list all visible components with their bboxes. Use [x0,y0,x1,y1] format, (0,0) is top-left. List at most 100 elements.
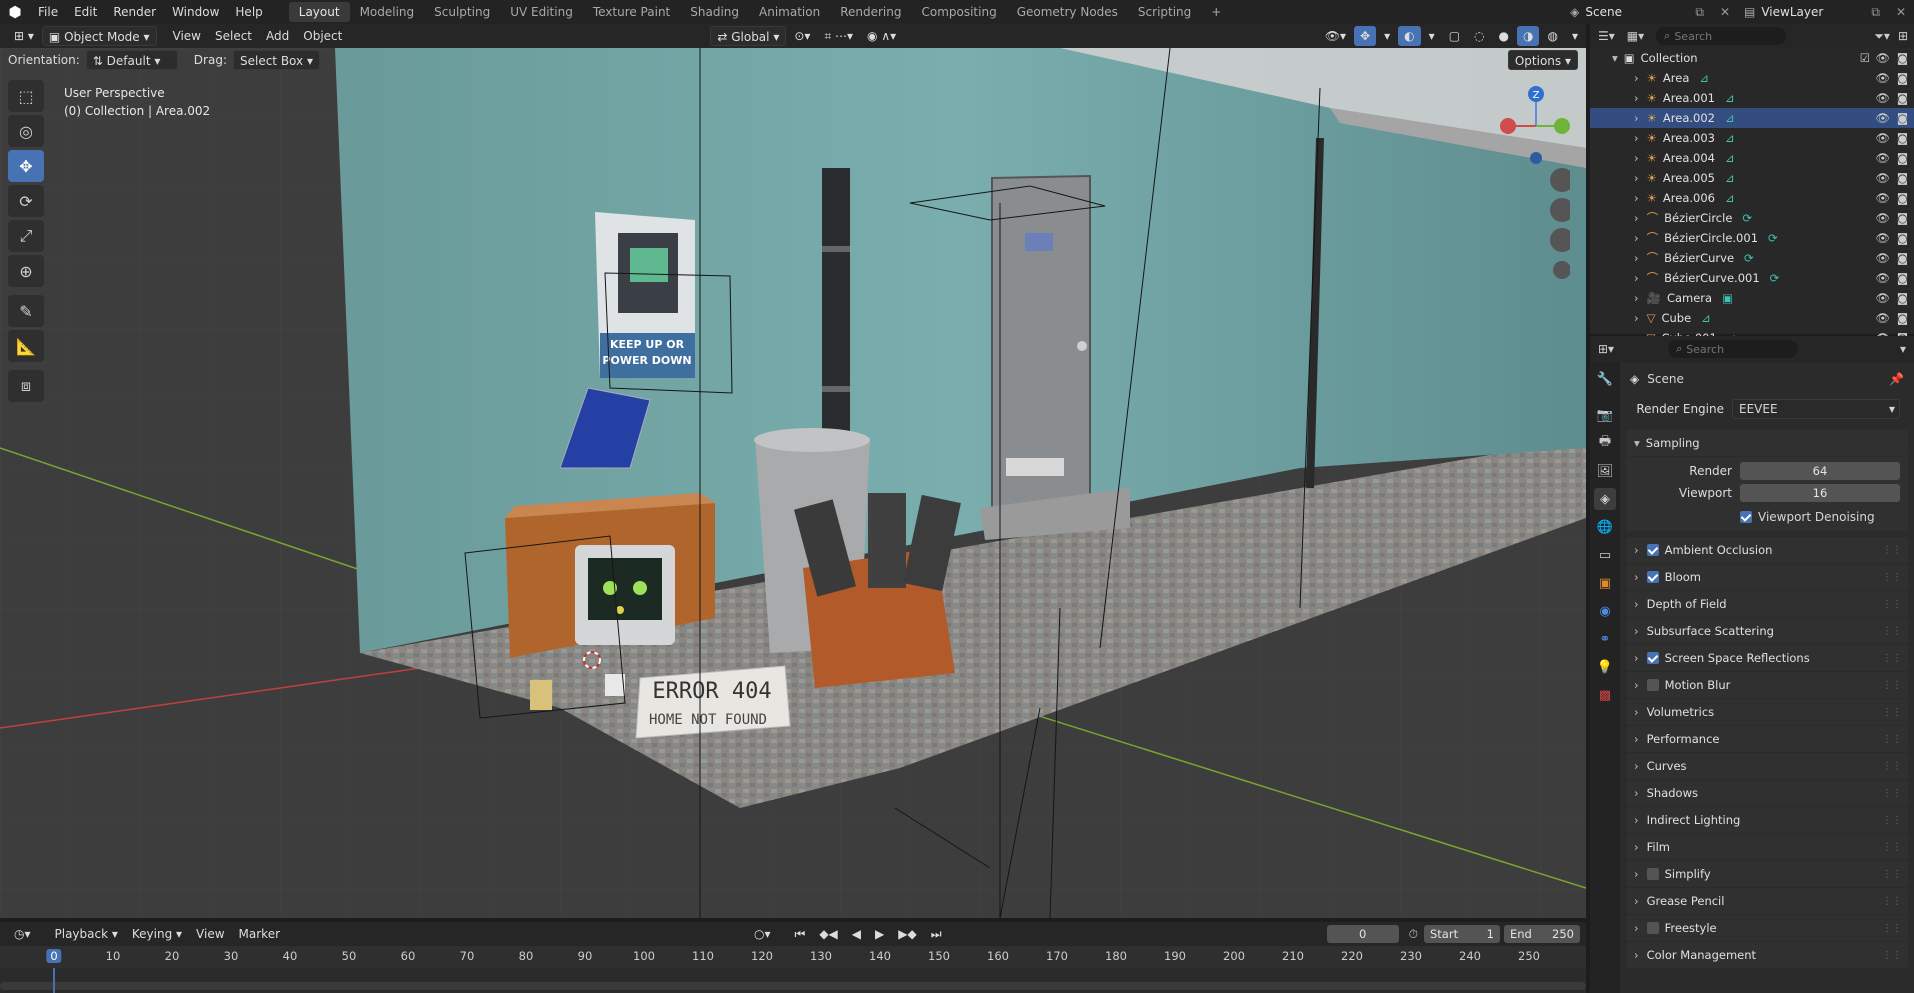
drag-handle-icon[interactable]: ⋮⋮ [1882,896,1902,907]
tab-texture-paint[interactable]: Texture Paint [583,2,680,22]
render-camera-icon[interactable]: ◙ [1897,251,1908,265]
visibility-eye-icon[interactable]: 👁 [1875,151,1890,165]
camera-view-icon[interactable] [1550,228,1574,252]
play-reverse-icon[interactable]: ◀ [846,924,867,944]
object-data-icon[interactable]: ⊿ [1701,311,1711,325]
editor-type-icon[interactable]: ⊞ ▾ [8,26,40,46]
render-camera-icon[interactable]: ◙ [1897,271,1908,285]
expand-arrow-icon[interactable]: › [1634,71,1639,85]
collection-row[interactable]: ▾ ▣ Collection ☑ 👁 ◙ [1590,48,1914,68]
visibility-eye-icon[interactable]: 👁 [1875,211,1890,225]
outliner-item[interactable]: › ☀ Area.003 ⊿ 👁 ◙ [1590,128,1914,148]
object-data-icon[interactable]: ⊿ [1725,171,1735,185]
frame-ruler[interactable]: 0 10 20 30 40 50 60 70 80 90 100 110 120 130 140 150 160… [0,946,1586,968]
render-camera-icon[interactable]: ◙ [1897,231,1908,245]
visibility-eye-icon[interactable]: 👁 [1875,191,1890,205]
tab-modeling[interactable]: Modeling [350,2,425,22]
outliner-item[interactable]: › ▽ Cube ⊿ 👁 ◙ [1590,308,1914,328]
drag-handle-icon[interactable]: ⋮⋮ [1882,707,1902,718]
panel-enable-checkbox[interactable] [1646,679,1659,691]
timeline-editor-icon[interactable]: ◷▾ [8,924,37,944]
panel-header[interactable]: › Color Management ⋮⋮ [1626,942,1908,968]
world-tab-icon[interactable]: 🌐 [1594,516,1616,538]
scene-copy-icon[interactable]: ⧉ [1695,5,1704,20]
filter-icon[interactable]: ⏷▾ [1874,29,1890,44]
drag-handle-icon[interactable]: ⋮⋮ [1882,545,1902,556]
outliner-item[interactable]: › ⌒ BézierCircle ⟳ 👁 ◙ [1590,208,1914,228]
scene-tab-icon[interactable]: ◈ [1594,488,1616,510]
scale-tool-icon[interactable]: ⤢ [8,220,44,252]
panel-header[interactable]: › Performance ⋮⋮ [1626,726,1908,752]
pan-hand-icon[interactable] [1550,198,1574,222]
outliner-item[interactable]: › 🎥 Camera ▣ 👁 ◙ [1590,288,1914,308]
panel-header[interactable]: › Curves ⋮⋮ [1626,753,1908,779]
tab-animation[interactable]: Animation [749,2,830,22]
collection-tab-icon[interactable]: ▭ [1594,544,1616,566]
menu-edit[interactable]: Edit [66,0,105,24]
visibility-eye-icon[interactable]: 👁 [1875,111,1890,125]
outliner-item[interactable]: › ⌒ BézierCircle.001 ⟳ 👁 ◙ [1590,228,1914,248]
properties-search-input[interactable] [1686,342,1787,356]
drag-handle-icon[interactable]: ⋮⋮ [1882,653,1902,664]
gizmo-x-icon[interactable] [1500,118,1516,134]
object-data-icon[interactable]: ⟳ [1768,231,1778,245]
render-camera-icon[interactable]: ◙ [1897,171,1908,185]
panel-enable-checkbox[interactable] [1646,571,1659,583]
expand-arrow-icon[interactable]: › [1634,131,1639,145]
menu-timeline-view[interactable]: View [190,924,230,944]
render-camera-icon[interactable]: ◙ [1897,311,1908,325]
drag-handle-icon[interactable]: ⋮⋮ [1882,572,1902,583]
data-tab-icon[interactable]: 💡 [1594,656,1616,678]
overlay-dropdown-icon[interactable]: ▾ [1423,26,1441,46]
visibility-eye-icon[interactable]: 👁 [1875,71,1890,85]
jump-keyframe-forward-icon[interactable]: ▶◆ [892,924,922,944]
select-box-tool-icon[interactable]: ⬚ [8,80,44,112]
outliner-item[interactable]: › ☀ Area.002 ⊿ 👁 ◙ [1590,108,1914,128]
panel-header[interactable]: › Ambient Occlusion ⋮⋮ [1626,537,1908,563]
ortho-toggle-icon[interactable] [1553,261,1571,279]
outliner-item[interactable]: › ⌒ BézierCurve ⟳ 👁 ◙ [1590,248,1914,268]
expand-arrow-icon[interactable]: › [1634,231,1639,245]
panel-header[interactable]: › Screen Space Reflections ⋮⋮ [1626,645,1908,671]
current-frame-field[interactable]: 0 [1326,925,1399,943]
view-layer-close-icon[interactable]: ✕ [1896,5,1906,19]
drag-handle-icon[interactable]: ⋮⋮ [1882,626,1902,637]
render-camera-icon[interactable]: ◙ [1897,291,1908,305]
visibility-eye-icon[interactable]: 👁 [1875,231,1890,245]
material-shading-icon[interactable]: ◑ [1517,26,1540,46]
menu-select[interactable]: Select [209,26,258,46]
mode-selector[interactable]: ▣ Object Mode ▾ [41,26,157,46]
blender-logo-icon[interactable]: ⬢ [0,3,30,21]
3d-viewport[interactable]: KEEP UP OR POWER DOWN ERROR 404 HOME NOT… [0,48,1586,918]
object-data-icon[interactable]: ⊿ [1725,91,1735,105]
object-data-icon[interactable]: ⟳ [1744,251,1754,265]
outliner-item[interactable]: › ☀ Area ⊿ 👁 ◙ [1590,68,1914,88]
navigation-gizmo[interactable]: Z [1490,80,1574,280]
auto-keying-icon[interactable]: ○▾ [748,924,777,944]
xray-icon[interactable]: ▢ [1443,26,1466,46]
play-icon[interactable]: ▶ [869,924,890,944]
drag-handle-icon[interactable]: ⋮⋮ [1882,761,1902,772]
visibility-eye-icon[interactable]: 👁 [1875,271,1890,285]
scene-icon[interactable]: ◈ [1570,5,1579,19]
drag-handle-icon[interactable]: ⋮⋮ [1882,788,1902,799]
object-data-icon[interactable]: ▣ [1722,291,1733,305]
visibility-eye-icon[interactable]: 👁 [1875,291,1890,305]
render-tab-icon[interactable]: 📷 [1594,404,1616,426]
visibility-eye-icon[interactable]: 👁 [1875,311,1890,325]
panel-header[interactable]: › Shadows ⋮⋮ [1626,780,1908,806]
panel-enable-checkbox[interactable] [1646,922,1659,934]
tab-geometry-nodes[interactable]: Geometry Nodes [1007,2,1128,22]
menu-render[interactable]: Render [105,0,164,24]
tab-rendering[interactable]: Rendering [830,2,911,22]
physics-tab-icon[interactable]: ◉ [1594,600,1616,622]
pin-icon[interactable]: 📌 [1889,372,1904,386]
render-engine-dropdown[interactable]: EEVEE ▾ [1732,399,1900,419]
panel-enable-checkbox[interactable] [1646,652,1659,664]
gizmo-y-icon[interactable] [1554,118,1570,134]
panel-header[interactable]: › Motion Blur ⋮⋮ [1626,672,1908,698]
playhead[interactable]: 0 [46,949,62,963]
timeline[interactable]: 0 10 20 30 40 50 60 70 80 90 100 110 120 130 140 150 160… [0,946,1586,993]
menu-add[interactable]: Add [260,26,295,46]
scene-close-icon[interactable]: ✕ [1720,5,1730,19]
